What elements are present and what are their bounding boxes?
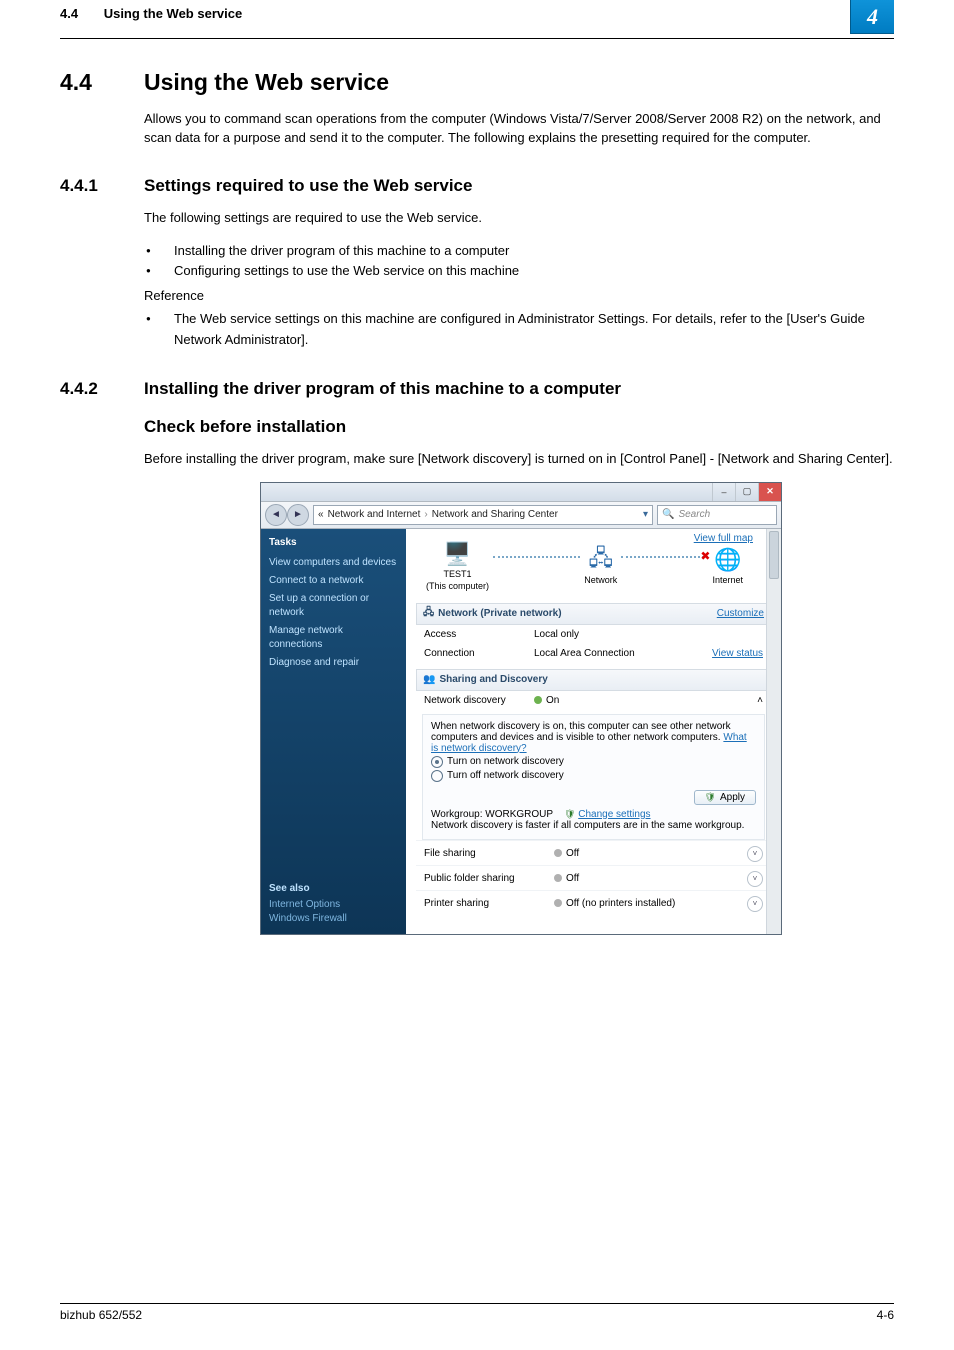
breadcrumb-seg: Network and Internet — [328, 509, 421, 520]
apply-button[interactable]: 🛡 Apply — [694, 790, 756, 805]
scrollbar[interactable] — [766, 529, 781, 934]
bullet-item: Installing the driver program of this ma… — [144, 241, 894, 262]
radio-turn-on[interactable]: Turn on network discovery — [431, 756, 756, 768]
sidebar-task-link[interactable]: Connect to a network — [269, 574, 398, 588]
network-discovery-panel: When network discovery is on, this compu… — [422, 714, 765, 840]
collapse-button[interactable]: ˄ — [757, 695, 763, 706]
running-header-title: Using the Web service — [104, 6, 242, 21]
expand-button[interactable]: ˅ — [747, 846, 763, 862]
bullet-item: Configuring settings to use the Web serv… — [144, 261, 894, 282]
subsection-441-lead: The following settings are required to u… — [144, 209, 894, 228]
search-icon: 🔍 — [662, 509, 674, 520]
footer-page: 4-6 — [877, 1308, 894, 1322]
footer-product: bizhub 652/552 — [60, 1308, 142, 1322]
expand-button[interactable]: ˅ — [747, 871, 763, 887]
tasks-sidebar: Tasks View computers and devices Connect… — [261, 529, 406, 934]
subsection-441: 4.4.1 Settings required to use the Web s… — [60, 176, 894, 196]
status-dot-off-icon — [554, 874, 562, 882]
network-map: 🖥️ TEST1 (This computer) 🖧 Network — [416, 535, 771, 597]
status-dot-off-icon — [554, 849, 562, 857]
embedded-screenshot: – ▢ ✕ ◄ ► « Network and Internet › Netwo… — [260, 482, 780, 935]
breadcrumb[interactable]: « Network and Internet › Network and Sha… — [313, 505, 653, 525]
expand-button[interactable]: ˅ — [747, 896, 763, 912]
reference-label: Reference — [144, 288, 894, 303]
see-also-link[interactable]: Windows Firewall — [269, 912, 398, 926]
running-header-secno: 4.4 — [60, 6, 78, 21]
sidebar-task-link[interactable]: Diagnose and repair — [269, 656, 398, 670]
bullet-item: The Web service settings on this machine… — [144, 309, 894, 351]
search-input[interactable]: 🔍 Search — [657, 505, 777, 525]
shield-icon: 🛡 — [564, 809, 575, 819]
globe-icon: 🌐 — [714, 547, 742, 573]
network-icon: 🖧 — [423, 605, 434, 622]
check-before-install-lead: Before installing the driver program, ma… — [144, 450, 894, 469]
address-bar: ◄ ► « Network and Internet › Network and… — [261, 502, 781, 529]
content-pane: View full map 🖥️ TEST1 (This computer) 🖧… — [406, 529, 781, 934]
breadcrumb-sep-icon: › — [424, 509, 427, 520]
sidebar-task-link[interactable]: Set up a connection or network — [269, 592, 398, 620]
sharing-row: Public folder sharing Off ˅ — [416, 865, 771, 890]
sharing-row: File sharing Off ˅ — [416, 840, 771, 865]
section-heading: 4.4 Using the Web service — [60, 69, 894, 96]
sharing-row: Printer sharing Off (no printers install… — [416, 890, 771, 915]
window-titlebar: – ▢ ✕ — [261, 483, 781, 502]
subsection-442: 4.4.2 Installing the driver program of t… — [60, 379, 894, 399]
running-header: 4.4 Using the Web service — [60, 0, 242, 21]
sidebar-task-link[interactable]: View computers and devices — [269, 556, 398, 570]
sharing-section-header: 👥 Sharing and Discovery — [416, 669, 771, 691]
network-section-header: 🖧 Network (Private network) Customize — [416, 603, 771, 625]
sharing-icon: 👥 — [423, 674, 435, 685]
breadcrumb-back-icon: « — [318, 509, 324, 520]
nav-forward-button[interactable]: ► — [287, 504, 309, 526]
computer-icon: 🖥️ — [444, 541, 472, 567]
node-internet: 🌐 Internet — [712, 547, 743, 585]
maximize-button[interactable]: ▢ — [735, 483, 758, 501]
breadcrumb-seg: Network and Sharing Center — [432, 509, 558, 520]
change-settings-link[interactable]: Change settings — [578, 809, 650, 820]
customize-link[interactable]: Customize — [717, 608, 764, 619]
see-also-link[interactable]: Internet Options — [269, 898, 398, 912]
view-full-map-link[interactable]: View full map — [694, 533, 753, 544]
see-also-label: See also — [269, 883, 398, 894]
subsection-441-bullets: Installing the driver program of this ma… — [144, 241, 894, 283]
node-network: 🖧 Network — [584, 547, 617, 585]
tasks-label: Tasks — [269, 537, 398, 548]
network-icon: 🖧 — [587, 547, 615, 573]
section-intro: Allows you to command scan operations fr… — [144, 110, 894, 148]
view-status-link[interactable]: View status — [712, 648, 763, 659]
nav-back-button[interactable]: ◄ — [265, 504, 287, 526]
node-this-computer: 🖥️ TEST1 (This computer) — [426, 541, 489, 591]
minimize-button[interactable]: – — [712, 483, 735, 501]
reference-bullets: The Web service settings on this machine… — [144, 309, 894, 351]
sidebar-task-link[interactable]: Manage network connections — [269, 624, 398, 652]
shield-icon: 🛡 — [705, 792, 716, 803]
chapter-badge: 4 — [850, 0, 894, 38]
close-button[interactable]: ✕ — [758, 483, 781, 501]
check-before-install-heading: Check before installation — [144, 417, 894, 437]
radio-turn-off[interactable]: Turn off network discovery — [431, 770, 756, 782]
status-dot-on-icon — [534, 696, 542, 704]
status-dot-off-icon — [554, 899, 562, 907]
